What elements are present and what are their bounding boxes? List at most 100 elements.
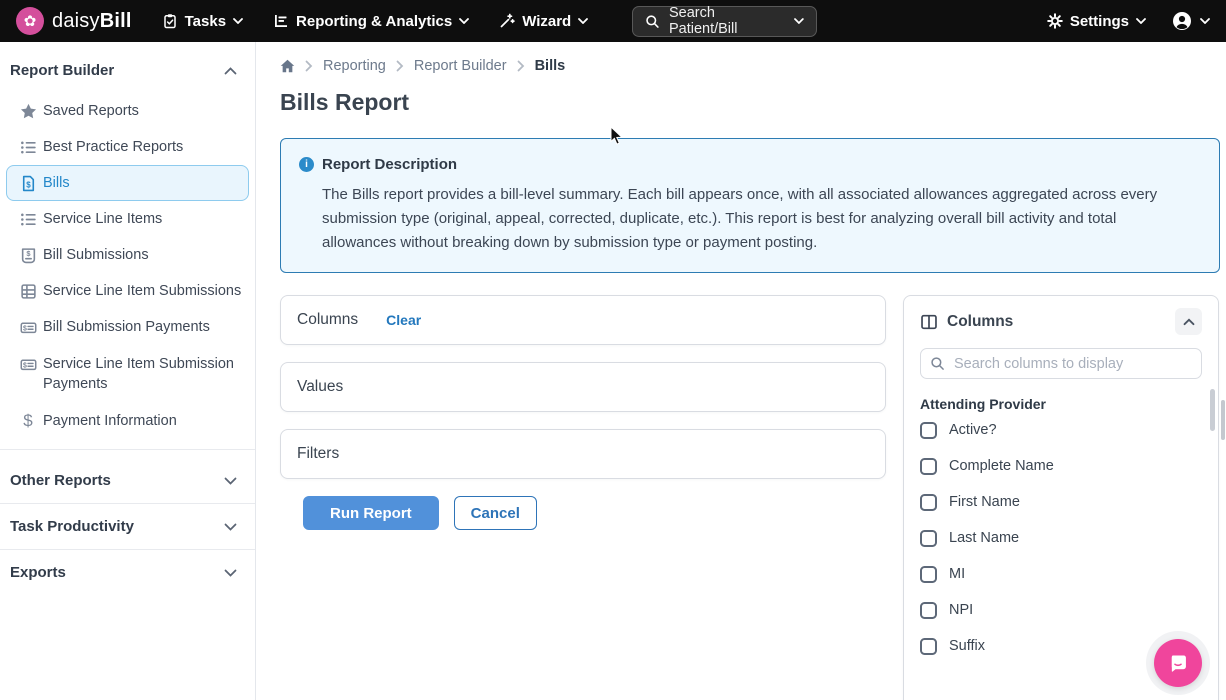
- run-report-button[interactable]: Run Report: [303, 496, 439, 530]
- brand-name: daisyBill: [52, 10, 132, 33]
- columns-search-input[interactable]: [920, 348, 1202, 379]
- breadcrumb-report-builder[interactable]: Report Builder: [414, 58, 507, 74]
- sidebar-section-report-builder[interactable]: Report Builder: [0, 54, 255, 87]
- column-option-label: NPI: [949, 602, 973, 618]
- sidebar-item-payment-information[interactable]: $ Payment Information: [6, 403, 249, 439]
- chevron-down-icon: [1200, 18, 1210, 24]
- checkbox[interactable]: [920, 530, 937, 547]
- sidebar-divider: [0, 503, 255, 504]
- sidebar-item-label: Saved Reports: [43, 103, 139, 119]
- list-icon: [19, 210, 37, 228]
- values-dropzone[interactable]: Values: [280, 362, 886, 412]
- chevron-down-icon: [1136, 18, 1146, 24]
- grid-icon: [19, 282, 37, 300]
- column-option-complete-name[interactable]: Complete Name: [920, 448, 1202, 484]
- top-navbar: ✿ daisyBill Tasks Reporting & Analytics …: [0, 0, 1226, 42]
- column-option-active[interactable]: Active?: [920, 412, 1202, 448]
- list-icon: [19, 138, 37, 156]
- breadcrumb-reporting[interactable]: Reporting: [323, 58, 386, 74]
- checkbox[interactable]: [920, 602, 937, 619]
- sidebar-item-bill-submission-payments[interactable]: $ Bill Submission Payments: [6, 309, 249, 345]
- info-icon: i: [299, 157, 314, 172]
- collapse-columns-button[interactable]: [1175, 308, 1202, 335]
- sidebar-item-best-practice-reports[interactable]: Best Practice Reports: [6, 129, 249, 165]
- nav-settings[interactable]: Settings: [1047, 13, 1146, 30]
- nav-reporting-label: Reporting & Analytics: [296, 13, 452, 30]
- svg-text:$: $: [22, 362, 26, 369]
- search-label: Search Patient/Bill: [669, 5, 785, 37]
- clear-columns-link[interactable]: Clear: [386, 312, 421, 328]
- breadcrumb-bills: Bills: [535, 58, 566, 74]
- sidebar-section-task-productivity[interactable]: Task Productivity: [0, 506, 255, 547]
- columns-dropzone[interactable]: Columns Clear: [280, 295, 886, 345]
- chevron-down-icon: [224, 523, 237, 531]
- column-option-label: Active?: [949, 422, 997, 438]
- checkbox[interactable]: [920, 494, 937, 511]
- breadcrumb: Reporting Report Builder Bills: [280, 58, 1222, 74]
- gear-icon: [1047, 13, 1063, 29]
- bar-chart-icon: [273, 13, 289, 29]
- chat-widget-halo: [1146, 631, 1210, 695]
- dollar-icon: $: [19, 412, 37, 430]
- sidebar-item-service-line-item-submissions[interactable]: Service Line Item Submissions: [6, 273, 249, 309]
- sidebar-item-label: Service Line Item Submission Payments: [43, 354, 240, 394]
- checkbox[interactable]: [920, 458, 937, 475]
- columns-icon: [920, 313, 938, 331]
- nav-reporting-analytics[interactable]: Reporting & Analytics: [273, 13, 469, 30]
- navbar-right: Settings: [1047, 11, 1210, 31]
- cancel-button[interactable]: Cancel: [454, 496, 537, 530]
- nav-tasks-label: Tasks: [185, 13, 226, 30]
- chat-bubble-icon: [1166, 651, 1190, 675]
- column-option-label: MI: [949, 566, 965, 582]
- checkbox[interactable]: [920, 422, 937, 439]
- sidebar-item-bill-submissions[interactable]: $ Bill Submissions: [6, 237, 249, 273]
- sidebar-item-label: Best Practice Reports: [43, 139, 183, 155]
- user-avatar-icon: [1172, 11, 1192, 31]
- sidebar-section-exports[interactable]: Exports: [0, 552, 255, 593]
- left-sidebar: Report Builder Saved Reports Best Practi…: [0, 42, 256, 700]
- chevron-down-icon: [578, 18, 588, 24]
- chat-launcher-button[interactable]: [1154, 639, 1202, 687]
- checkbox[interactable]: [920, 638, 937, 655]
- sidebar-section-other-reports[interactable]: Other Reports: [0, 460, 255, 501]
- chevron-down-icon: [233, 18, 243, 24]
- columns-picker-title: Columns: [947, 313, 1013, 331]
- column-option-label: Last Name: [949, 530, 1019, 546]
- checkbox[interactable]: [920, 566, 937, 583]
- page-scrollbar-thumb[interactable]: [1221, 400, 1225, 440]
- main-content: Reporting Report Builder Bills Bills Rep…: [256, 42, 1226, 700]
- home-icon[interactable]: [280, 59, 295, 73]
- columns-list-scrollbar[interactable]: [1210, 389, 1215, 431]
- page-title: Bills Report: [280, 89, 1222, 116]
- section-title: Task Productivity: [10, 518, 134, 535]
- sidebar-item-bills[interactable]: $ Bills: [6, 165, 249, 201]
- report-description-box: i Report Description The Bills report pr…: [280, 138, 1220, 273]
- columns-search: [920, 348, 1202, 379]
- bill-submission-icon: $: [19, 246, 37, 264]
- filters-dropzone[interactable]: Filters: [280, 429, 886, 479]
- column-option-last-name[interactable]: Last Name: [920, 520, 1202, 556]
- nav-wizard[interactable]: Wizard: [499, 13, 588, 30]
- magic-wand-icon: [499, 13, 515, 29]
- column-option-label: First Name: [949, 494, 1020, 510]
- sidebar-item-service-line-item-submission-payments[interactable]: $ Service Line Item Submission Payments: [6, 345, 249, 403]
- sidebar-item-service-line-items[interactable]: Service Line Items: [6, 201, 249, 237]
- values-dropzone-label: Values: [297, 378, 343, 396]
- nav-user-menu[interactable]: [1172, 11, 1210, 31]
- sidebar-item-label: Service Line Items: [43, 211, 162, 227]
- column-option-npi[interactable]: NPI: [920, 592, 1202, 628]
- search-patient-bill[interactable]: Search Patient/Bill: [632, 6, 817, 37]
- chevron-up-icon: [224, 67, 237, 75]
- chevron-down-icon: [224, 569, 237, 577]
- search-icon: [645, 14, 660, 29]
- svg-text:$: $: [26, 180, 31, 189]
- payment-card-icon: $: [19, 318, 37, 336]
- column-option-mi[interactable]: MI: [920, 556, 1202, 592]
- brand-logo[interactable]: ✿ daisyBill: [16, 7, 132, 35]
- column-option-first-name[interactable]: First Name: [920, 484, 1202, 520]
- nav-tasks[interactable]: Tasks: [162, 13, 243, 30]
- svg-text:$: $: [22, 325, 26, 332]
- payment-card-icon: $: [19, 355, 37, 373]
- sidebar-item-saved-reports[interactable]: Saved Reports: [6, 93, 249, 129]
- nav-wizard-label: Wizard: [522, 13, 571, 30]
